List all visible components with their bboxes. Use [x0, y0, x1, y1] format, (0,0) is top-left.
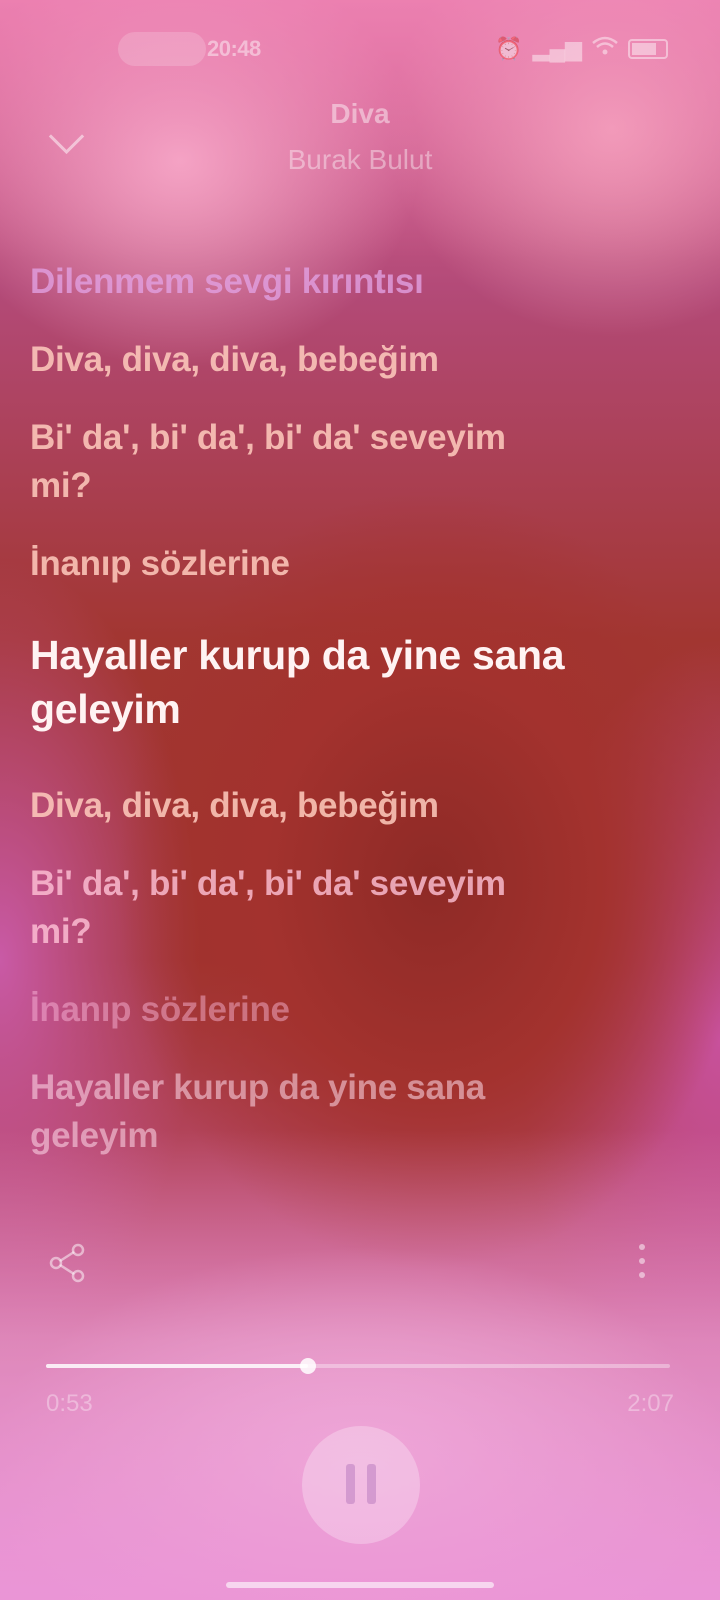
- lyric-line[interactable]: Diva, diva, diva, bebeğim: [30, 336, 650, 384]
- pause-button[interactable]: [302, 1426, 420, 1544]
- pause-icon: [367, 1464, 376, 1504]
- lyric-line[interactable]: Dilenmem sevgi kırıntısı: [30, 258, 650, 306]
- signal-icon: ▂▄▆: [532, 36, 582, 61]
- current-time: 0:53: [46, 1390, 93, 1417]
- lyric-line[interactable]: İnanıp sözlerine: [30, 540, 650, 588]
- status-time: 20:48: [207, 36, 261, 61]
- lyric-line[interactable]: Bi' da', bi' da', bi' da' seveyim mi?: [30, 414, 530, 510]
- lyric-line[interactable]: Bi' da', bi' da', bi' da' seveyim mi?: [30, 860, 530, 956]
- lyrics-list: Dilenmem sevgi kırıntısı Diva, diva, div…: [30, 258, 650, 1190]
- alarm-icon: ⏰: [495, 36, 523, 61]
- song-artist[interactable]: Burak Bulut: [0, 144, 720, 176]
- song-title: Diva: [330, 98, 390, 129]
- status-icons: ⏰ ▂▄▆: [495, 36, 668, 62]
- home-indicator[interactable]: [226, 1582, 494, 1588]
- lyric-line[interactable]: Hayaller kurup da yine sana geleyim: [30, 1064, 530, 1160]
- total-time: 2:07: [627, 1390, 674, 1417]
- status-bar: 20:48 ⏰ ▂▄▆: [0, 32, 720, 66]
- progress-knob[interactable]: [300, 1358, 317, 1374]
- wifi-icon: [592, 36, 618, 62]
- status-pill: [118, 32, 206, 66]
- lyric-line[interactable]: İnanıp sözlerine: [30, 986, 650, 1034]
- lyric-line-active[interactable]: Hayaller kurup da yine sana geleyim: [30, 628, 650, 736]
- progress-bar[interactable]: [46, 1358, 670, 1374]
- pause-icon: [346, 1464, 355, 1504]
- progress-fill: [46, 1364, 309, 1368]
- more-vertical-icon[interactable]: [636, 1244, 648, 1284]
- battery-icon: [628, 39, 668, 59]
- lyric-line[interactable]: Diva, diva, diva, bebeğim: [30, 782, 650, 830]
- share-icon[interactable]: [46, 1242, 88, 1284]
